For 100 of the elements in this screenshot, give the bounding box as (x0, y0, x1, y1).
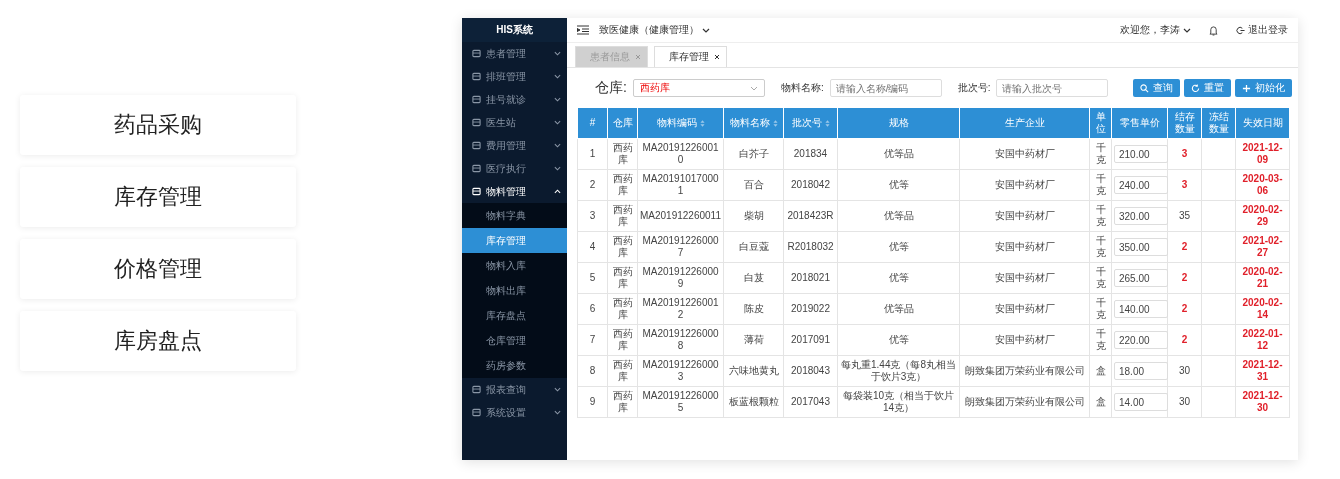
table-cell: 2018043 (783, 355, 838, 387)
table-cell: 2 (1167, 324, 1202, 356)
feature-card[interactable]: 价格管理 (20, 239, 296, 299)
table-cell: 优等品 (837, 293, 960, 325)
sidebar-item[interactable]: 系统设置 (462, 401, 567, 424)
table-cell: 2 (1167, 262, 1202, 294)
table-cell: 3 (1167, 169, 1202, 201)
sidebar-item[interactable]: 物料管理 (462, 180, 567, 203)
close-icon (635, 54, 641, 60)
submenu-item[interactable]: 药房参数 (462, 353, 567, 378)
table-cell: 千克 (1089, 293, 1112, 325)
sidebar-item[interactable]: 报表查询 (462, 378, 567, 401)
table-cell: 西药库 (607, 138, 638, 170)
submenu-item[interactable]: 库存盘点 (462, 303, 567, 328)
table-cell: 千克 (1089, 324, 1112, 356)
reset-button[interactable]: 重置 (1184, 79, 1231, 97)
table-cell: 5 (577, 262, 608, 294)
sort-icon[interactable] (772, 118, 778, 128)
chevron-icon (554, 120, 561, 125)
sidebar-item[interactable]: 医疗执行 (462, 157, 567, 180)
search-button[interactable]: 查询 (1133, 79, 1180, 97)
submenu-item[interactable]: 物料出库 (462, 278, 567, 303)
price-field[interactable]: 14.00 (1114, 393, 1168, 411)
table-cell: 安国中药材厂 (959, 293, 1090, 325)
table-cell: 2022-01-12 (1235, 324, 1290, 356)
tab[interactable]: 库存管理 (654, 46, 727, 67)
submenu-item[interactable]: 库存管理 (462, 228, 567, 253)
table-cell: 7 (577, 324, 608, 356)
price-field[interactable]: 140.00 (1114, 300, 1168, 318)
table-cell: 安国中药材厂 (959, 200, 1090, 232)
table-cell: 2019022 (783, 293, 838, 325)
search-icon (1140, 83, 1149, 93)
column-header: 生产企业 (959, 108, 1090, 139)
name-label: 物料名称: (780, 81, 824, 95)
column-header: 物料名称 (723, 108, 784, 139)
table-cell: 201834 (783, 138, 838, 170)
user-menu[interactable]: 欢迎您，李涛 (1120, 23, 1191, 37)
price-field[interactable]: 240.00 (1114, 176, 1168, 194)
chevron-icon (554, 166, 561, 171)
table-cell: 优等 (837, 324, 960, 356)
price-field[interactable]: 265.00 (1114, 269, 1168, 287)
price-field[interactable]: 220.00 (1114, 331, 1168, 349)
menu-icon (472, 95, 481, 104)
chevron-icon (554, 51, 561, 56)
table-cell: 西药库 (607, 231, 638, 263)
table-cell: 千克 (1089, 169, 1112, 201)
plus-icon (1242, 83, 1251, 93)
table-cell: 朗致集团万荣药业有限公司 (959, 386, 1090, 418)
warehouse-select[interactable]: 西药库 (632, 79, 765, 97)
price-field[interactable]: 18.00 (1114, 362, 1168, 380)
chevron-icon (702, 27, 710, 33)
table-cell: 每袋装10克（相当于饮片14克） (837, 386, 960, 418)
menu-icon (472, 72, 481, 81)
sidebar-item[interactable]: 排班管理 (462, 65, 567, 88)
table-cell: MA201912260005 (637, 386, 724, 418)
warehouse-label: 仓库: (595, 79, 627, 97)
feature-card[interactable]: 药品采购 (20, 95, 296, 155)
submenu-item[interactable]: 仓库管理 (462, 328, 567, 353)
submenu-item[interactable]: 物料字典 (462, 203, 567, 228)
table-cell: 2018042 (783, 169, 838, 201)
name-field[interactable]: 请输入名称/编码 (829, 79, 942, 97)
table-cell: 盒 (1089, 355, 1112, 387)
chevron-icon (554, 189, 561, 194)
column-header: # (577, 108, 608, 139)
sort-icon[interactable] (824, 118, 830, 128)
sidebar-item[interactable]: 挂号就诊 (462, 88, 567, 111)
batch-field[interactable]: 请输入批次号 (996, 79, 1109, 97)
table-cell: 6 (577, 293, 608, 325)
table-cell: 2017091 (783, 324, 838, 356)
price-field[interactable]: 350.00 (1114, 238, 1168, 256)
table-cell: 2020-02-29 (1235, 200, 1290, 232)
sidebar-item[interactable]: 费用管理 (462, 134, 567, 157)
sort-icon[interactable] (699, 118, 705, 128)
table-cell: 9 (577, 386, 608, 418)
table-cell: MA201912260009 (637, 262, 724, 294)
table-cell: 白芥子 (723, 138, 784, 170)
logout-icon (1236, 25, 1245, 35)
feature-card[interactable]: 库房盘点 (20, 311, 296, 371)
submenu-item[interactable]: 物料入库 (462, 253, 567, 278)
feature-card[interactable]: 库存管理 (20, 167, 296, 227)
bell-icon[interactable] (1209, 24, 1218, 36)
init-button[interactable]: 初始化 (1235, 79, 1292, 97)
table-cell: 3 (1167, 138, 1202, 170)
table-cell: 4 (577, 231, 608, 263)
menu-fold-icon[interactable] (577, 25, 589, 35)
close-icon (714, 54, 720, 60)
logout-link[interactable]: 退出登录 (1236, 23, 1288, 37)
table-cell: 2021-12-09 (1235, 138, 1290, 170)
sidebar-item[interactable]: 医生站 (462, 111, 567, 134)
table-cell: 千克 (1089, 262, 1112, 294)
table-cell: 2 (577, 169, 608, 201)
price-field[interactable]: 320.00 (1114, 207, 1168, 225)
table-cell: MA201912260012 (637, 293, 724, 325)
price-field[interactable]: 210.00 (1114, 145, 1168, 163)
sidebar-item[interactable]: 患者管理 (462, 42, 567, 65)
table-cell: 西药库 (607, 324, 638, 356)
table-cell: 2 (1167, 231, 1202, 263)
table-cell: 安国中药材厂 (959, 231, 1090, 263)
org-selector[interactable]: 致医健康（健康管理） (599, 23, 710, 37)
table-cell: 千克 (1089, 138, 1112, 170)
